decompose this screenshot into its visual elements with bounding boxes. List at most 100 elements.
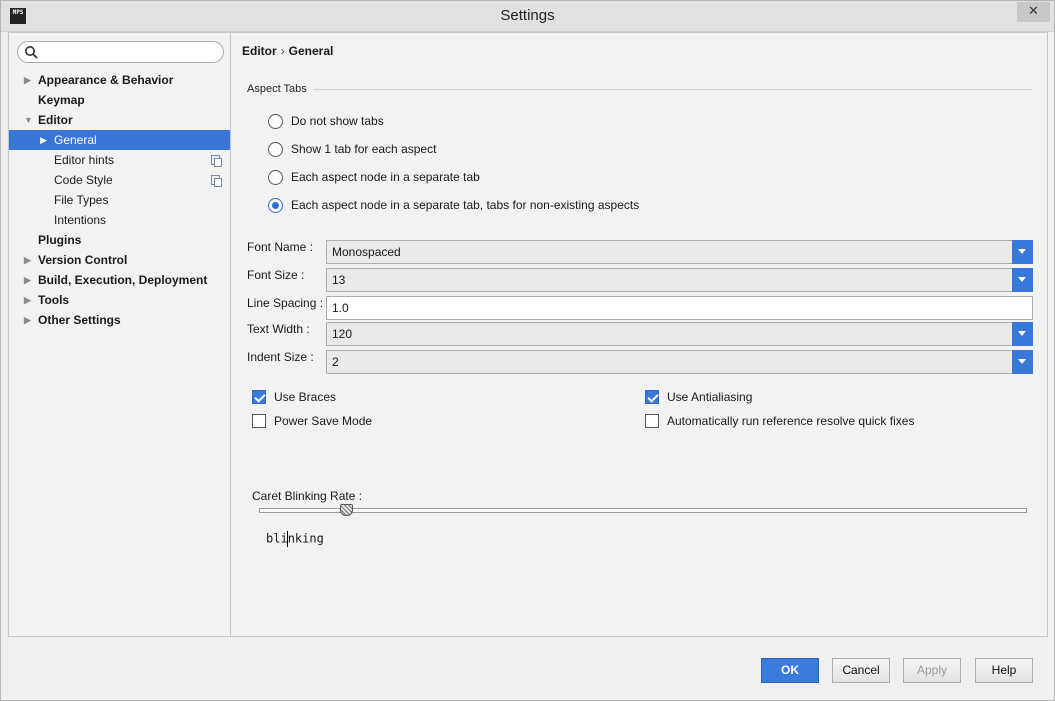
sidebar-item-label: Editor: [38, 113, 73, 127]
auto-resolve-checkbox[interactable]: [645, 414, 659, 428]
copy-settings-icon: [211, 175, 222, 187]
radio-one-tab-per-aspect[interactable]: Show 1 tab for each aspect: [268, 140, 436, 158]
power-save-option[interactable]: Power Save Mode: [252, 413, 372, 429]
text-width-dropdown[interactable]: 120: [326, 322, 1033, 346]
font-name-dropdown[interactable]: Monospaced: [326, 240, 1033, 264]
sidebar-item-label: Build, Execution, Deployment: [38, 273, 208, 287]
indent-size-dropdown[interactable]: 2: [326, 350, 1033, 374]
font-size-value: 13: [332, 273, 346, 287]
radio-label: Each aspect node in a separate tab, tabs…: [291, 198, 640, 212]
sidebar-item-label: Code Style: [54, 173, 113, 187]
collapse-arrow-icon[interactable]: ▶: [24, 70, 34, 90]
antialiasing-option[interactable]: Use Antialiasing: [645, 389, 752, 405]
close-button[interactable]: ✕: [1017, 2, 1050, 22]
collapse-arrow-icon[interactable]: ▶: [24, 270, 34, 290]
line-spacing-input[interactable]: 1.0: [326, 296, 1033, 320]
collapse-arrow-icon[interactable]: ▶: [24, 250, 34, 270]
search-input[interactable]: [42, 44, 218, 60]
sidebar-item-plugins[interactable]: Plugins: [9, 230, 230, 250]
collapse-arrow-icon[interactable]: ▶: [40, 130, 50, 150]
section-divider: [314, 89, 1032, 90]
collapse-arrow-icon[interactable]: ▶: [24, 290, 34, 310]
search-icon: [25, 46, 38, 59]
sidebar-item-intentions[interactable]: Intentions: [9, 210, 230, 230]
line-spacing-label: Line Spacing :: [247, 296, 324, 310]
indent-size-value: 2: [332, 355, 339, 369]
antialiasing-checkbox[interactable]: [645, 390, 659, 404]
sidebar-item-label: Appearance & Behavior: [38, 73, 174, 87]
settings-tree: ▶ Appearance & Behavior Keymap ▼ Editor ▶ Gene…: [9, 70, 230, 330]
sidebar-item-appearance-behavior[interactable]: ▶ Appearance & Behavior: [9, 70, 230, 90]
sidebar-item-editor[interactable]: ▼ Editor: [9, 110, 230, 130]
sidebar-item-label: File Types: [54, 193, 109, 207]
window-title: Settings: [500, 7, 555, 24]
radio-button[interactable]: [268, 169, 283, 185]
ok-button[interactable]: OK: [761, 658, 819, 683]
radio-separate-tab[interactable]: Each aspect node in a separate tab: [268, 168, 480, 186]
help-button[interactable]: Help: [975, 658, 1033, 683]
sidebar-item-tools[interactable]: ▶ Tools: [9, 290, 230, 310]
chevron-down-icon[interactable]: [1012, 322, 1033, 346]
settings-window: MPS Settings ✕ ▶ Appearance & Behavior Key…: [0, 0, 1055, 701]
sidebar-item-keymap[interactable]: Keymap: [9, 90, 230, 110]
sidebar-item-label: Plugins: [38, 233, 82, 247]
sidebar-item-label: Intentions: [54, 213, 107, 227]
title-bar[interactable]: MPS Settings ✕: [1, 1, 1054, 32]
breadcrumb-separator: ›: [280, 44, 285, 58]
use-braces-checkbox[interactable]: [252, 390, 266, 404]
breadcrumb: Editor › General: [242, 44, 333, 58]
sidebar-item-label: Editor hints: [54, 153, 115, 167]
chevron-down-icon[interactable]: [1012, 350, 1033, 374]
radio-button[interactable]: [268, 113, 283, 129]
font-size-label: Font Size :: [247, 268, 305, 282]
use-braces-label: Use Braces: [274, 390, 337, 404]
sidebar-item-other-settings[interactable]: ▶ Other Settings: [9, 310, 230, 330]
breadcrumb-parent[interactable]: Editor: [242, 44, 277, 58]
preview-text-before: bli: [266, 531, 288, 546]
expand-arrow-icon[interactable]: ▼: [24, 110, 34, 130]
sidebar-item-version-control[interactable]: ▶ Version Control: [9, 250, 230, 270]
sidebar-item-build-execution-deployment[interactable]: ▶ Build, Execution, Deployment: [9, 270, 230, 290]
radio-separate-tab-non-existing[interactable]: Each aspect node in a separate tab, tabs…: [268, 196, 639, 214]
search-box[interactable]: [17, 41, 224, 63]
font-name-value: Monospaced: [332, 245, 401, 259]
settings-content: ▶ Appearance & Behavior Keymap ▼ Editor ▶ Gene…: [8, 32, 1048, 637]
chevron-down-icon[interactable]: [1012, 268, 1033, 292]
apply-button[interactable]: Apply: [903, 658, 961, 683]
radio-do-not-show-tabs[interactable]: Do not show tabs: [268, 112, 384, 130]
settings-sidebar: ▶ Appearance & Behavior Keymap ▼ Editor ▶ Gene…: [9, 33, 231, 636]
radio-label: Show 1 tab for each aspect: [291, 142, 437, 156]
text-width-label: Text Width :: [247, 322, 310, 336]
caret-blinking-rate-slider[interactable]: [259, 504, 1027, 516]
font-name-label: Font Name :: [247, 240, 314, 254]
power-save-checkbox[interactable]: [252, 414, 266, 428]
sidebar-item-editor-hints[interactable]: Editor hints: [9, 150, 230, 170]
radio-label: Do not show tabs: [291, 114, 384, 128]
auto-resolve-label: Automatically run reference resolve quic…: [667, 414, 915, 428]
sidebar-item-label: Keymap: [38, 93, 85, 107]
sidebar-item-label: General: [54, 133, 97, 147]
caret-preview-text: blinking: [266, 531, 324, 547]
power-save-label: Power Save Mode: [274, 414, 373, 428]
collapse-arrow-icon[interactable]: ▶: [24, 310, 34, 330]
radio-button[interactable]: [268, 141, 283, 157]
radio-button[interactable]: [268, 197, 283, 213]
antialiasing-label: Use Antialiasing: [667, 390, 753, 404]
breadcrumb-current: General: [288, 44, 334, 58]
use-braces-option[interactable]: Use Braces: [252, 389, 336, 405]
line-spacing-value: 1.0: [332, 301, 349, 315]
slider-thumb[interactable]: [339, 504, 353, 516]
chevron-down-icon[interactable]: [1012, 240, 1033, 264]
sidebar-item-file-types[interactable]: File Types: [9, 190, 230, 210]
indent-size-label: Indent Size :: [247, 350, 314, 364]
radio-label: Each aspect node in a separate tab: [291, 170, 480, 184]
auto-resolve-option[interactable]: Automatically run reference resolve quic…: [645, 413, 914, 429]
settings-main-panel: Editor › General Aspect Tabs Do not show t…: [232, 33, 1047, 636]
sidebar-item-general[interactable]: ▶ General: [9, 130, 230, 150]
copy-settings-icon: [211, 155, 222, 167]
sidebar-item-code-style[interactable]: Code Style: [9, 170, 230, 190]
sidebar-item-label: Version Control: [38, 253, 128, 267]
cancel-button[interactable]: Cancel: [832, 658, 890, 683]
font-size-dropdown[interactable]: 13: [326, 268, 1033, 292]
aspect-tabs-label: Aspect Tabs: [247, 83, 307, 95]
